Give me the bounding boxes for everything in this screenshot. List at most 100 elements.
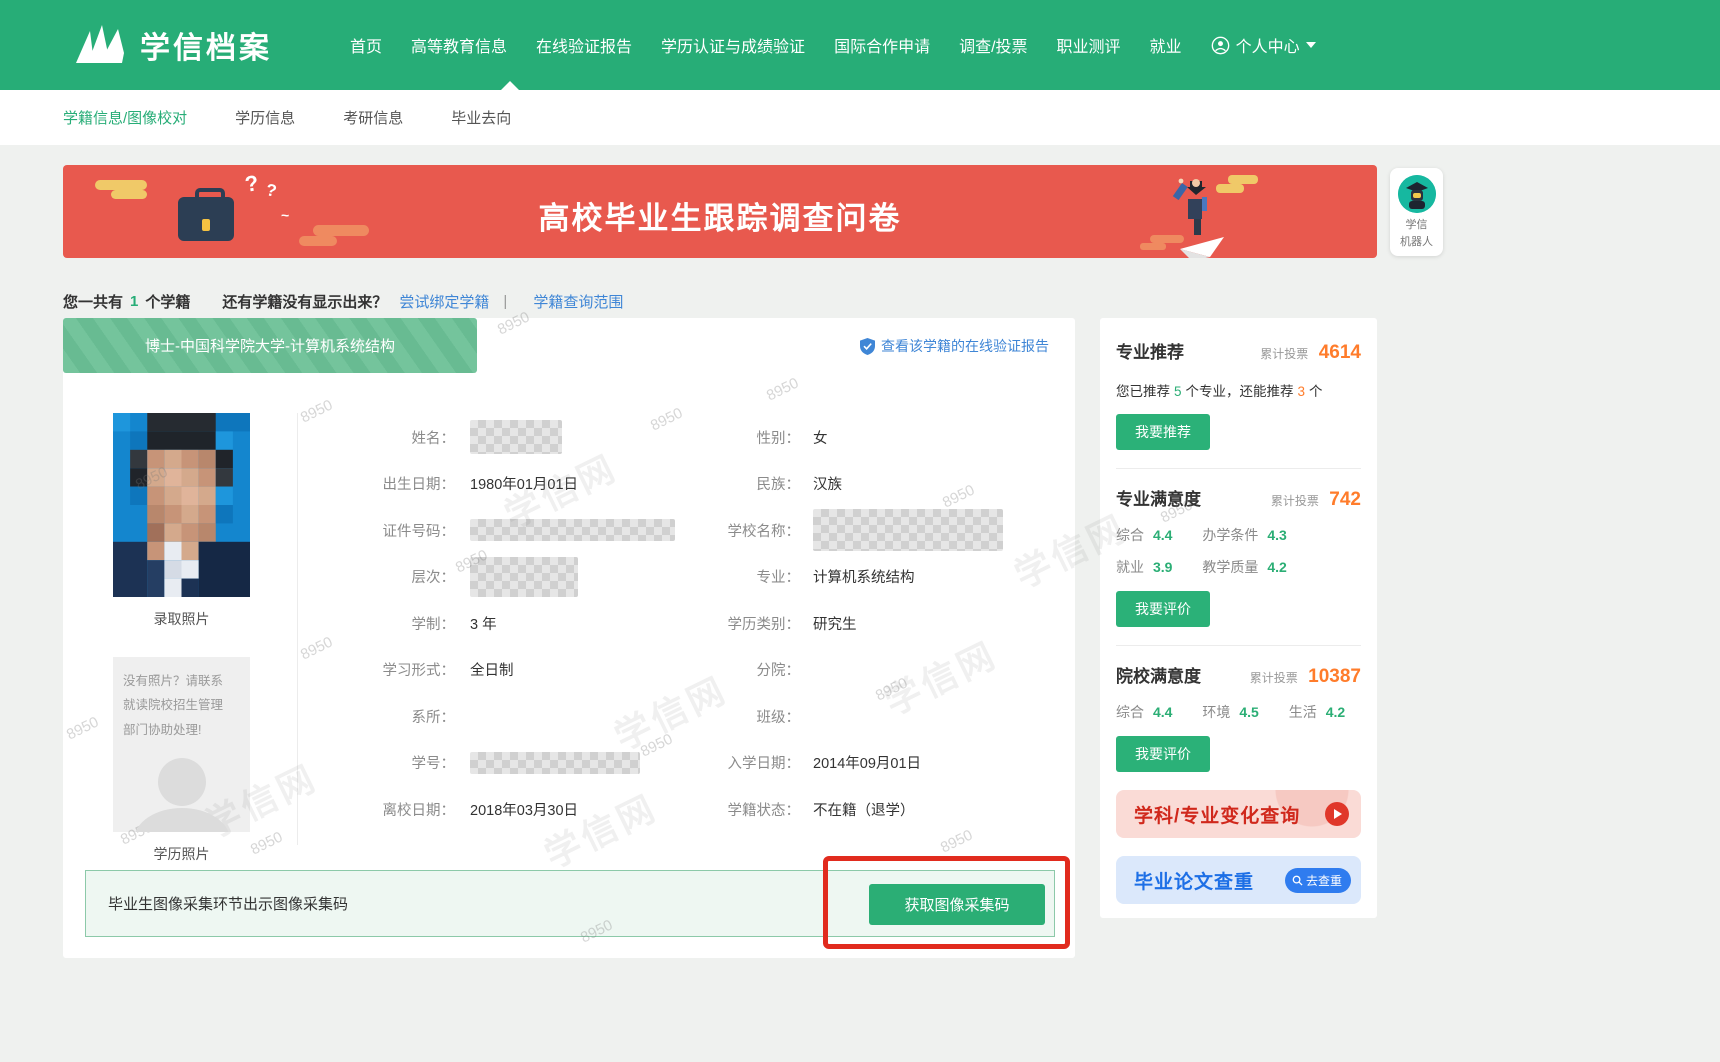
recommend-button[interactable]: 我要推荐 xyxy=(1116,414,1210,450)
school-evaluate-button[interactable]: 我要评价 xyxy=(1116,736,1210,772)
chevron-down-icon xyxy=(1306,42,1316,48)
nav-employment[interactable]: 就业 xyxy=(1150,33,1182,57)
field-label-branch: 分院： xyxy=(690,659,800,680)
person-icon xyxy=(1211,36,1230,55)
cloud-decoration xyxy=(95,180,147,190)
field-label-school-name: 学校名称： xyxy=(690,520,800,541)
field-label-departure-date: 离校日期： xyxy=(63,799,455,820)
field-label-study-mode: 学习形式： xyxy=(63,659,455,680)
redacted-value-block xyxy=(470,752,640,774)
vote-counter: 累计投票 742 xyxy=(1271,489,1361,511)
major-ratings-row2: 就业3.9 教学质量4.2 xyxy=(1116,557,1361,577)
degree-photo-label: 学历照片 xyxy=(113,844,250,864)
recommend-vote-count: 4614 xyxy=(1319,342,1361,363)
user-menu[interactable]: 个人中心 xyxy=(1211,33,1316,57)
major-recommend-title: 专业推荐 xyxy=(1116,338,1184,363)
summary-prefix: 您一共有 xyxy=(63,291,123,312)
robot-avatar-icon xyxy=(1398,175,1436,213)
tab-degree-info[interactable]: 学历信息 xyxy=(235,107,295,128)
field-value-study-mode: 全日制 xyxy=(455,659,690,680)
image-collection-bar: 毕业生图像采集环节出示图像采集码 获取图像采集码 xyxy=(85,870,1055,937)
field-label-enrollment-status: 学籍状态： xyxy=(690,799,800,820)
remaining-count: 3 xyxy=(1298,384,1306,399)
tab-graduation-destination[interactable]: 毕业去向 xyxy=(451,107,511,128)
school-satisfaction-title: 院校满意度 xyxy=(1116,662,1201,687)
field-label-class: 班级： xyxy=(690,706,800,727)
no-photo-note: 没有照片？请联系 就读院校招生管理 部门协助处理! xyxy=(123,669,240,742)
nav-online-verification-report[interactable]: 在线验证报告 xyxy=(536,33,632,57)
field-label-enrollment-date: 入学日期： xyxy=(690,752,800,773)
active-nav-pointer xyxy=(500,81,520,91)
school-vote-count: 10387 xyxy=(1308,666,1361,687)
divider xyxy=(1116,468,1361,469)
sidebar: 专业推荐 累计投票 4614 您已推荐5个专业，还能推荐3个 我要推荐 专业满意… xyxy=(1100,318,1377,918)
major-change-query-banner[interactable]: 学科/专业变化查询 xyxy=(1116,790,1361,838)
nav-international-cooperation[interactable]: 国际合作申请 xyxy=(834,33,930,57)
verify-report-label: 查看该学籍的在线验证报告 xyxy=(881,336,1049,356)
field-value-level xyxy=(455,557,690,597)
tab-postgrad-exam-info[interactable]: 考研信息 xyxy=(343,107,403,128)
major-satisfaction-title: 专业满意度 xyxy=(1116,485,1201,510)
thesis-check-label: 毕业论文查重 xyxy=(1134,867,1254,894)
page-content: ? ? ~ 高校毕业生跟踪调查问卷 xyxy=(0,145,1720,1062)
form-row: 学制： 3 年 学历类别： 研究生 xyxy=(63,600,1063,647)
field-value-student-number xyxy=(455,752,690,774)
chsi-robot-widget[interactable]: 学信 机器人 xyxy=(1390,168,1443,256)
separator: | xyxy=(503,293,507,310)
tab-enrollment-info[interactable]: 学籍信息/图像校对 xyxy=(63,107,187,128)
field-value-id-number xyxy=(455,519,690,541)
field-value-gender: 女 xyxy=(800,427,1063,448)
field-label-duration: 学制： xyxy=(63,613,455,634)
enrollment-scope-link[interactable]: 学籍查询范围 xyxy=(533,291,623,312)
shield-icon xyxy=(860,338,875,355)
field-value-departure-date: 2018年03月30日 xyxy=(455,799,690,820)
field-value-duration: 3 年 xyxy=(455,613,690,634)
field-label-id-number: 证件号码： xyxy=(63,520,455,541)
field-label-gender: 性别： xyxy=(690,427,800,448)
brand[interactable]: 学信档案 xyxy=(72,23,272,67)
field-value-degree-type: 研究生 xyxy=(800,613,1063,634)
redacted-value-block xyxy=(470,557,578,597)
major-evaluate-button[interactable]: 我要评价 xyxy=(1116,591,1210,627)
redacted-value-block xyxy=(470,420,562,454)
field-value-name xyxy=(455,420,690,454)
enrollment-count: 1 xyxy=(130,293,138,310)
summary-question: 还有学籍没有显示出来？ xyxy=(222,291,387,312)
person-silhouette-icon xyxy=(127,756,237,832)
nav-survey-vote[interactable]: 调查/投票 xyxy=(959,33,1027,57)
top-nav: 首页 高等教育信息 在线验证报告 学历认证与成绩验证 国际合作申请 调查/投票 … xyxy=(350,33,1316,57)
redacted-value-block xyxy=(470,519,675,541)
degree-program-tag: 博士-中国科学院大学-计算机系统结构 xyxy=(63,318,477,373)
student-record-card: 博士-中国科学院大学-计算机系统结构 查看该学籍的在线验证报告 xyxy=(63,318,1075,958)
recommended-count: 5 xyxy=(1174,384,1182,399)
vote-counter: 累计投票 4614 xyxy=(1260,342,1361,364)
field-label-student-number: 学号： xyxy=(63,752,455,773)
field-value-ethnicity: 汉族 xyxy=(800,473,1063,494)
nav-credential-authentication[interactable]: 学历认证与成绩验证 xyxy=(661,33,805,57)
field-label-major: 专业： xyxy=(690,566,800,587)
major-ratings-row1: 综合4.4 办学条件4.3 xyxy=(1116,525,1361,545)
field-value-major: 计算机系统结构 xyxy=(800,566,1063,587)
summary-suffix: 个学籍 xyxy=(145,291,190,312)
field-label-ethnicity: 民族： xyxy=(690,473,800,494)
survey-banner[interactable]: ? ? ~ 高校毕业生跟踪调查问卷 xyxy=(63,165,1377,258)
search-icon xyxy=(1292,875,1303,886)
form-row: 层次： 专业： 计算机系统结构 xyxy=(63,554,1063,601)
nav-career-assessment[interactable]: 职业测评 xyxy=(1057,33,1121,57)
divider xyxy=(1116,645,1361,646)
robot-label: 学信 机器人 xyxy=(1390,217,1443,250)
bind-enrollment-link[interactable]: 尝试绑定学籍 xyxy=(399,291,489,312)
nav-higher-education[interactable]: 高等教育信息 xyxy=(411,33,507,57)
verify-report-link[interactable]: 查看该学籍的在线验证报告 xyxy=(860,336,1049,356)
thesis-check-banner[interactable]: 毕业论文查重 去查重 xyxy=(1116,856,1361,904)
form-row: 证件号码： 学校名称： xyxy=(63,507,1063,554)
field-value-enrollment-status: 不在籍（退学） xyxy=(800,799,1063,820)
field-label-name: 姓名： xyxy=(63,427,455,448)
image-collection-text: 毕业生图像采集环节出示图像采集码 xyxy=(108,893,348,914)
vote-counter: 累计投票 10387 xyxy=(1250,666,1361,688)
sub-nav: 学籍信息/图像校对 学历信息 考研信息 毕业去向 xyxy=(0,90,1720,145)
get-image-collection-code-button[interactable]: 获取图像采集码 xyxy=(869,884,1045,925)
nav-home[interactable]: 首页 xyxy=(350,33,382,57)
redacted-value-block xyxy=(813,509,1003,551)
go-check-button[interactable]: 去查重 xyxy=(1285,868,1351,893)
